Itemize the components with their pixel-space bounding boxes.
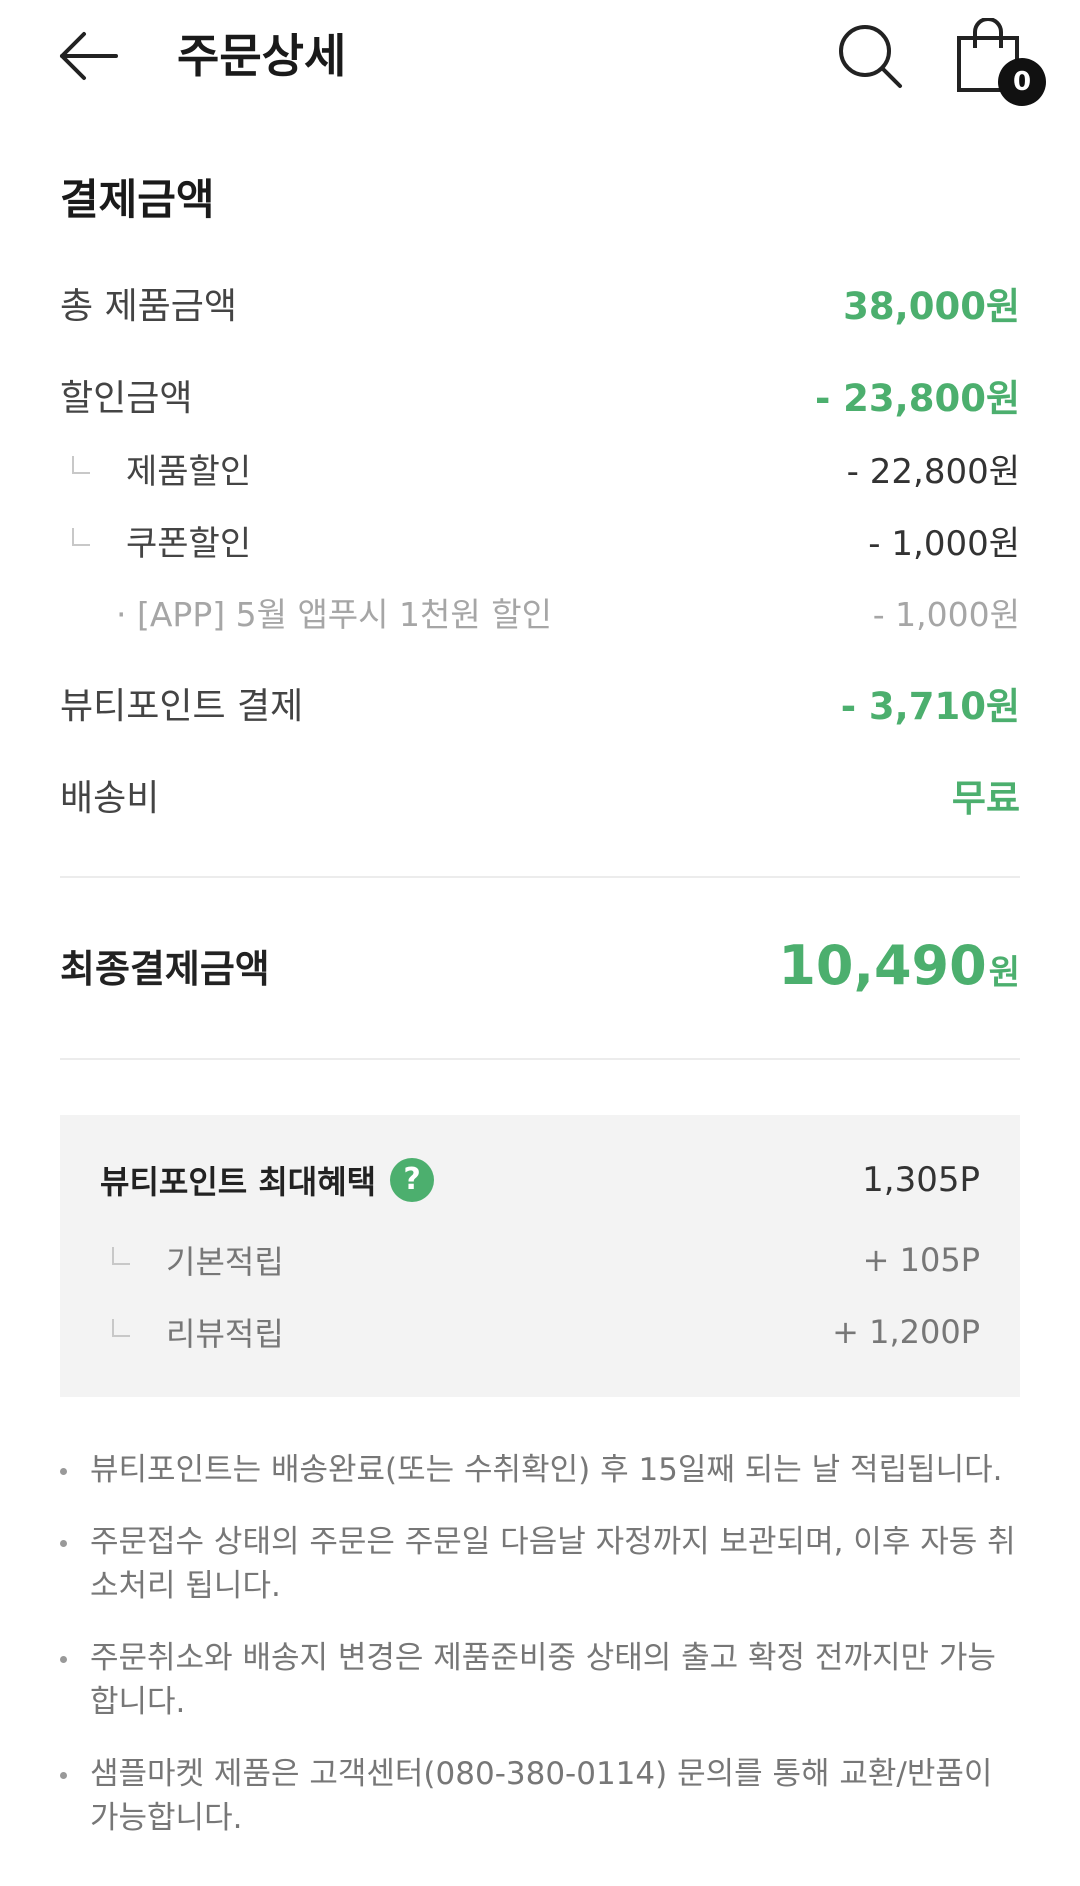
sub-item-corner-icon	[72, 455, 90, 474]
review-points-label: 리뷰적립	[166, 1315, 284, 1353]
notice-list: 뷰티포인트는 배송완료(또는 수취확인) 후 15일째 되는 날 적립됩니다. …	[60, 1448, 1020, 1868]
help-icon[interactable]: ?	[390, 1158, 435, 1202]
shipping-row: 배송비 무료	[60, 768, 1020, 822]
notice-item: 주문취소와 배송지 변경은 제품준비중 상태의 출고 확정 전까지만 가능합니다…	[60, 1636, 1020, 1724]
notice-item: 뷰티포인트는 배송완료(또는 수취확인) 후 15일째 되는 날 적립됩니다.	[60, 1448, 1020, 1492]
divider	[60, 876, 1020, 878]
coupon-item-label: · [APP] 5월 앱푸시 1천원 할인	[116, 595, 552, 634]
sub-item-corner-icon	[112, 1247, 130, 1265]
cart-count-badge: 0	[998, 58, 1046, 106]
total-product-value: 38,000원	[843, 285, 1020, 328]
beauty-point-row: 뷰티포인트 결제 - 3,710원	[60, 676, 1020, 730]
product-discount-row: 제품할인 - 22,800원	[60, 444, 1020, 493]
coupon-discount-row: 쿠폰할인 - 1,000원	[60, 516, 1020, 565]
discount-value: - 23,800원	[814, 377, 1020, 420]
basic-points-value: + 105P	[862, 1241, 980, 1279]
product-discount-label: 제품할인	[126, 452, 252, 492]
beauty-point-label: 뷰티포인트 결제	[60, 686, 304, 727]
basic-points-label: 기본적립	[166, 1243, 284, 1281]
search-button[interactable]	[836, 22, 904, 90]
basic-points-row: 기본적립 + 105P	[100, 1237, 980, 1283]
total-product-row: 총 제품금액 38,000원	[60, 276, 1020, 330]
total-product-label: 총 제품금액	[60, 286, 238, 327]
shipping-value: 무료	[951, 777, 1020, 820]
beauty-point-benefit-panel: 뷰티포인트 최대혜택 ? 1,305P 기본적립 + 105P 리뷰적립 + 1…	[60, 1115, 1020, 1397]
discount-row: 할인금액 - 23,800원	[60, 368, 1020, 422]
search-icon	[839, 25, 902, 88]
top-app-bar: 주문상세 0	[0, 0, 1080, 112]
coupon-discount-value: - 1,000원	[868, 524, 1020, 564]
points-total: 1,305P	[862, 1160, 980, 1200]
coupon-discount-label: 쿠폰할인	[126, 524, 252, 564]
back-button[interactable]	[58, 28, 122, 84]
divider	[60, 1058, 1020, 1060]
sub-item-corner-icon	[72, 527, 90, 546]
final-amount-unit: 원	[988, 953, 1020, 993]
discount-label: 할인금액	[60, 378, 193, 419]
review-points-row: 리뷰적립 + 1,200P	[100, 1309, 980, 1355]
notice-item: 샘플마켓 제품은 고객센터(080-380-0114) 문의를 통해 교환/반품…	[60, 1752, 1020, 1840]
final-amount-row: 최종결제금액 10,490 원	[60, 934, 1020, 997]
sub-item-corner-icon	[112, 1319, 130, 1337]
product-discount-value: - 22,800원	[846, 452, 1020, 492]
final-amount-label: 최종결제금액	[60, 947, 270, 991]
arrow-left-icon	[60, 32, 118, 80]
coupon-item-row: · [APP] 5월 앱푸시 1천원 할인 - 1,000원	[60, 588, 1020, 636]
beauty-point-value: - 3,710원	[840, 685, 1020, 728]
final-amount-value: 10,490	[778, 934, 987, 997]
payment-section-title: 결제금액	[60, 175, 215, 224]
notice-item: 주문접수 상태의 주문은 주문일 다음날 자정까지 보관되며, 이후 자동 취소…	[60, 1520, 1020, 1608]
cart-button[interactable]: 0	[955, 18, 1051, 108]
review-points-value: + 1,200P	[832, 1313, 980, 1351]
page-title: 주문상세	[177, 29, 347, 83]
shipping-label: 배송비	[60, 778, 160, 819]
points-title: 뷰티포인트 최대혜택	[100, 1163, 377, 1201]
coupon-item-value: - 1,000원	[872, 595, 1020, 634]
